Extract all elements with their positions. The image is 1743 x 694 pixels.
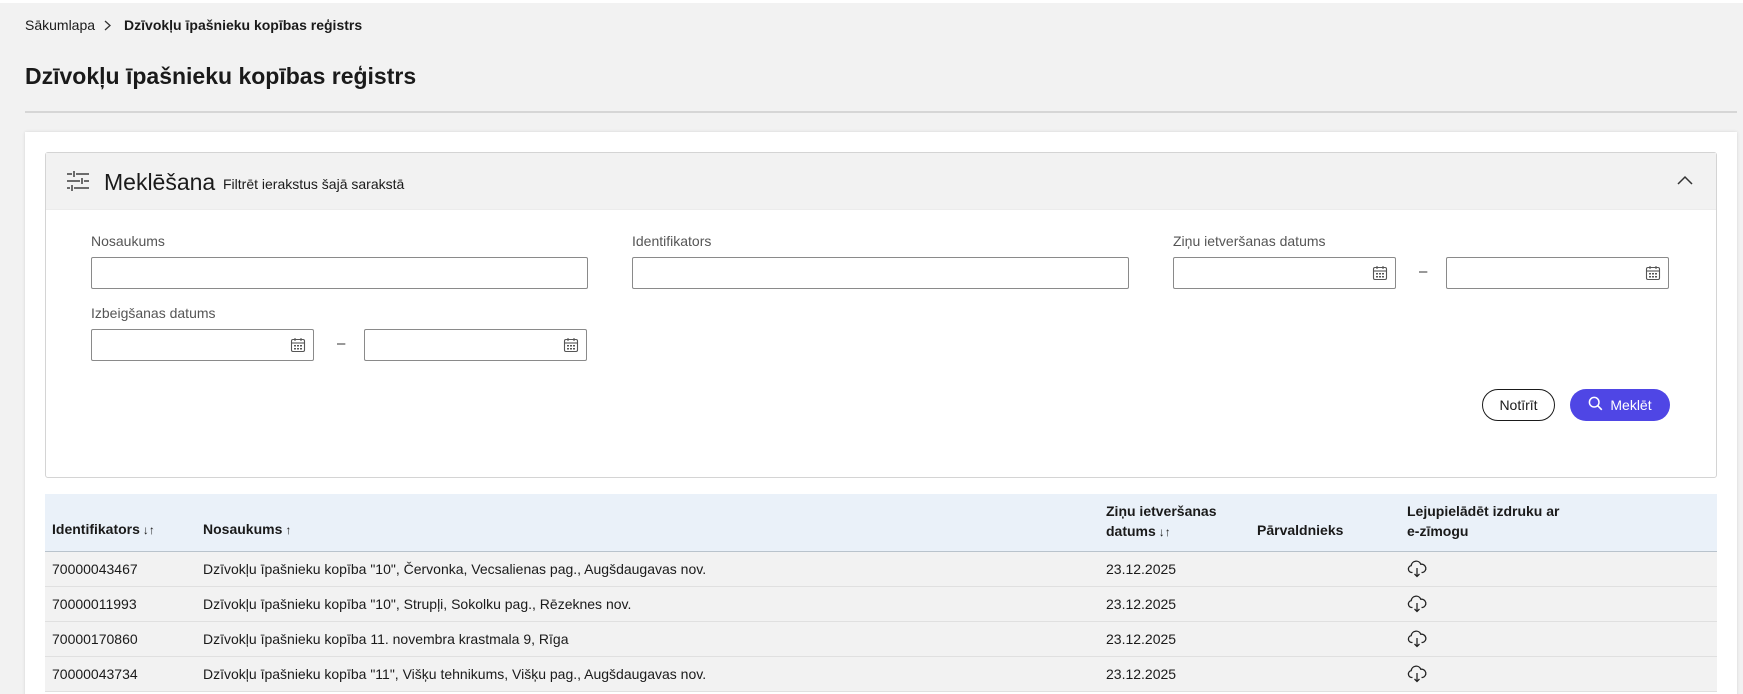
search-icon (1588, 396, 1603, 414)
table-row[interactable]: 70000043734 Dzīvokļu īpašnieku kopība "1… (45, 657, 1717, 692)
clear-button[interactable]: Notīrīt (1482, 389, 1555, 421)
page-title: Dzīvokļu īpašnieku kopības reģistrs (25, 63, 417, 89)
calendar-icon[interactable] (290, 337, 306, 353)
end-date-from-input[interactable] (91, 329, 314, 361)
cell-id: 70000043734 (52, 666, 138, 682)
filter-sliders-icon (66, 170, 90, 192)
cell-name: Dzīvokļu īpašnieku kopība "10", Červonka… (203, 561, 707, 577)
cloud-download-icon[interactable] (1407, 665, 1427, 683)
cell-id: 70000011993 (52, 596, 137, 612)
cell-id: 70000170860 (52, 631, 138, 647)
sort-icon[interactable]: ↓↑ (1159, 525, 1171, 539)
breadcrumb: Sākumlapa Dzīvokļu īpašnieku kopības reģ… (25, 15, 362, 35)
cell-name: Dzīvokļu īpašnieku kopība 11. novembra k… (203, 631, 569, 647)
calendar-icon[interactable] (1645, 265, 1661, 281)
name-field-label: Nosaukums (91, 233, 165, 249)
cell-date: 23.12.2025 (1106, 561, 1177, 577)
range-separator: – (337, 335, 346, 352)
cloud-download-icon[interactable] (1407, 595, 1427, 613)
calendar-icon[interactable] (1372, 265, 1388, 281)
cell-name: Dzīvokļu īpašnieku kopība "10", Strupļi,… (203, 596, 632, 612)
id-field-label: Identifikators (632, 233, 712, 249)
cell-date: 23.12.2025 (1106, 666, 1177, 682)
col-header-name-label: Nosaukums (203, 521, 283, 537)
cell-date: 23.12.2025 (1106, 596, 1177, 612)
cell-id: 70000043467 (52, 561, 138, 577)
col-header-name[interactable]: Nosaukums ↑ (203, 519, 291, 540)
breadcrumb-current: Dzīvokļu īpašnieku kopības reģistrs (124, 17, 363, 33)
table-row[interactable]: 70000043467 Dzīvokļu īpašnieku kopība "1… (45, 552, 1717, 587)
breadcrumb-home-link[interactable]: Sākumlapa (25, 17, 95, 33)
info-date-to-input[interactable] (1446, 257, 1669, 289)
search-button[interactable]: Meklēt (1570, 389, 1670, 421)
chevron-right-icon (104, 18, 114, 32)
end-date-label: Izbeigšanas datums (91, 305, 216, 321)
name-input[interactable] (91, 257, 588, 289)
sort-icon[interactable]: ↑ (285, 523, 291, 537)
col-header-date-line1: Ziņu ietveršanas (1106, 503, 1217, 519)
results-table: Identifikators ↓↑ Nosaukums ↑ Ziņu ietverš… (45, 494, 1717, 692)
search-panel: Meklēšana Filtrēt ierakstus šajā sarakst… (45, 152, 1717, 478)
title-divider (25, 111, 1737, 113)
cell-name: Dzīvokļu īpašnieku kopība "11", Višķu te… (203, 666, 707, 682)
col-header-date-line2: datums (1106, 523, 1156, 539)
info-date-from-input[interactable] (1173, 257, 1396, 289)
table-row[interactable]: 70000011993 Dzīvokļu īpašnieku kopība "1… (45, 587, 1717, 622)
search-panel-subtitle: Filtrēt ierakstus šajā sarakstā (223, 176, 405, 192)
content-card: Meklēšana Filtrēt ierakstus šajā sarakst… (25, 132, 1737, 694)
cloud-download-icon[interactable] (1407, 560, 1427, 578)
table-header: Identifikators ↓↑ Nosaukums ↑ Ziņu ietverš… (45, 494, 1717, 552)
col-header-download-line1: Lejupielādēt izdruku ar (1407, 503, 1560, 519)
col-header-download-line2: e-zīmogu (1407, 523, 1469, 539)
col-header-id[interactable]: Identifikators ↓↑ (52, 519, 155, 540)
cell-date: 23.12.2025 (1106, 631, 1177, 647)
col-header-date[interactable]: Ziņu ietveršanas datums ↓↑ (1106, 501, 1217, 542)
end-date-to-input[interactable] (364, 329, 587, 361)
col-header-id-label: Identifikators (52, 521, 140, 537)
chevron-up-icon[interactable] (1676, 173, 1694, 187)
cloud-download-icon[interactable] (1407, 630, 1427, 648)
col-header-download: Lejupielādēt izdruku ar e-zīmogu (1407, 501, 1559, 541)
table-row[interactable]: 70000170860 Dzīvokļu īpašnieku kopība 11… (45, 622, 1717, 657)
top-strip (0, 0, 1743, 3)
info-date-label: Ziņu ietveršanas datums (1173, 233, 1326, 249)
range-separator: – (1419, 263, 1428, 280)
search-panel-header[interactable]: Meklēšana Filtrēt ierakstus šajā sarakst… (46, 153, 1716, 210)
search-button-label: Meklēt (1610, 397, 1652, 413)
sort-icon[interactable]: ↓↑ (143, 523, 155, 537)
search-panel-title: Meklēšana (104, 169, 216, 195)
calendar-icon[interactable] (563, 337, 579, 353)
col-header-manager: Pārvaldnieks (1257, 522, 1344, 538)
id-input[interactable] (632, 257, 1129, 289)
